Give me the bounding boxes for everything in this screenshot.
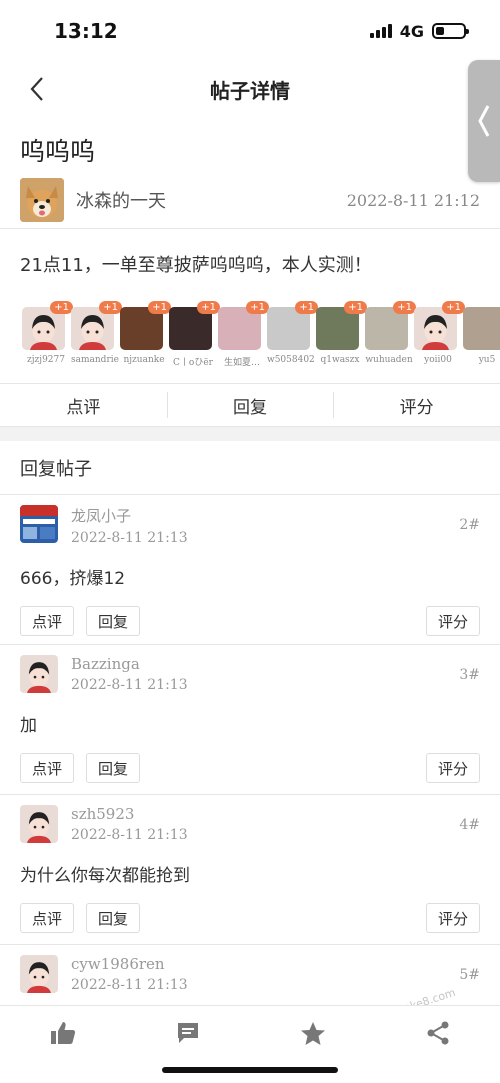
author-row: 冰森的一天 2022-8-11 21:12 <box>0 172 500 228</box>
reactor-item[interactable]: +1 zjzj9277 <box>22 301 73 383</box>
plus-one-badge: +1 <box>50 301 73 314</box>
reply-floor: 5# <box>459 967 480 983</box>
reactor-item[interactable]: +1 C丨oひёr <box>169 301 220 383</box>
share-icon[interactable] <box>418 1018 458 1048</box>
bottom-toolbar <box>0 1005 500 1083</box>
reactor-name: q1waszx <box>320 355 360 365</box>
reactor-item[interactable]: yu5 <box>463 307 500 383</box>
reactor-name: yu5 <box>478 355 496 365</box>
reactor-item[interactable]: +1 w50584028 <box>267 301 318 383</box>
reply-content: 加 <box>20 716 37 736</box>
section-gap <box>0 427 500 441</box>
reply-item: szh5923 2022-8-11 21:13 4# 为什么你每次都能抢到点评 回复 评分 <box>0 795 500 945</box>
reply-avatar[interactable] <box>20 655 58 693</box>
reactor-item[interactable]: +1 yoii00 <box>414 301 465 383</box>
reply-floor: 3# <box>459 667 480 683</box>
reply-item: 龙凤小子 2022-8-11 21:13 2# 666，挤爆12 点评 回复 评分 <box>0 495 500 645</box>
post-date: 2022-8-11 21:12 <box>346 190 480 210</box>
chevron-left-icon <box>30 77 43 101</box>
reply-time: 2022-8-11 21:13 <box>71 827 188 843</box>
reply-reply-button[interactable]: 回复 <box>86 753 141 783</box>
reply-time: 2022-8-11 21:13 <box>71 530 188 546</box>
signal-icon <box>369 24 392 38</box>
reply-comment-button[interactable]: 点评 <box>20 753 75 783</box>
comment-icon[interactable] <box>168 1018 208 1048</box>
reactor-name: wuhuaden <box>365 355 413 365</box>
reply-time: 2022-8-11 21:13 <box>71 677 188 693</box>
reply-content: 666，挤爆12 <box>20 569 126 589</box>
reply-rate-button[interactable]: 评分 <box>425 753 480 783</box>
reply-floor: 2# <box>459 517 480 533</box>
rate-button[interactable]: 评分 <box>333 384 500 426</box>
plus-one-badge: +1 <box>295 301 318 314</box>
reactor-item[interactable]: +1 wuhuaden <box>365 301 416 383</box>
plus-one-badge: +1 <box>197 301 220 314</box>
reactors-list: +1 zjzj9277 +1 samandriel +1 njzuanke +1 C丨oひёr… <box>0 301 500 383</box>
plus-one-badge: +1 <box>344 301 367 314</box>
back-button[interactable] <box>20 72 54 106</box>
reply-floor: 4# <box>459 817 480 833</box>
comment-button[interactable]: 点评 <box>0 384 167 426</box>
reactor-item[interactable]: +1 生如夏… <box>218 301 269 383</box>
reply-reply-button[interactable]: 回复 <box>86 606 141 636</box>
replies-header: 回复帖子 <box>0 441 500 495</box>
reactor-item[interactable]: +1 njzuanke <box>120 301 171 383</box>
reply-button[interactable]: 回复 <box>166 384 334 426</box>
reply-comment-button[interactable]: 点评 <box>20 903 75 933</box>
author-name[interactable]: 冰森的一天 <box>76 187 347 213</box>
thumbs-up-icon[interactable] <box>43 1018 83 1048</box>
status-indicators: 4G <box>369 21 469 41</box>
star-icon[interactable] <box>293 1018 333 1048</box>
plus-one-badge: +1 <box>442 301 465 314</box>
plus-one-badge: +1 <box>393 301 416 314</box>
reply-username[interactable]: cyw1986ren <box>71 955 459 973</box>
reply-item: Bazzinga 2022-8-11 21:13 3# 加点评 回复 评分 <box>0 645 500 795</box>
reply-avatar[interactable] <box>20 955 58 993</box>
post-title: 呜呜呜 <box>20 137 96 166</box>
reactor-name: zjzj9277 <box>27 355 65 365</box>
reply-rate-button[interactable]: 评分 <box>425 903 480 933</box>
reactor-name: yoii00 <box>424 355 452 365</box>
reactor-name: w50584028 <box>267 355 315 365</box>
reply-username[interactable]: 龙凤小子 <box>71 505 459 526</box>
reply-content: 为什么你每次都能抢到 <box>20 866 190 886</box>
post-action-bar: 点评 回复 评分 <box>0 383 500 427</box>
reactor-item[interactable]: +1 q1waszx <box>316 301 367 383</box>
reactor-item[interactable]: +1 samandriel <box>71 301 122 383</box>
side-drawer-handle[interactable] <box>468 60 500 182</box>
chevron-left-icon <box>478 105 490 137</box>
status-time: 13:12 <box>54 19 118 43</box>
reply-username[interactable]: szh5923 <box>71 805 459 823</box>
home-indicator <box>162 1067 338 1073</box>
reply-avatar[interactable] <box>20 505 58 543</box>
battery-icon <box>432 23 469 39</box>
plus-one-badge: +1 <box>148 301 171 314</box>
author-avatar[interactable] <box>20 178 64 222</box>
reactor-name: C丨oひёr <box>173 358 213 368</box>
reply-avatar[interactable] <box>20 805 58 843</box>
reactor-name: samandriel <box>71 355 119 365</box>
reply-comment-button[interactable]: 点评 <box>20 606 75 636</box>
reply-username[interactable]: Bazzinga <box>71 655 459 673</box>
post-body: 21点11，一单至尊披萨呜呜呜，本人实测！ <box>20 255 372 276</box>
page-title: 帖子详情 <box>210 78 290 103</box>
reactor-name: njzuanke <box>123 355 165 365</box>
reactor-name: 生如夏… <box>223 358 260 368</box>
reply-time: 2022-8-11 21:13 <box>71 977 188 993</box>
plus-one-badge: +1 <box>99 301 122 314</box>
status-bar: 13:12 4G <box>0 0 500 62</box>
network-type: 4G <box>399 21 424 41</box>
reply-reply-button[interactable]: 回复 <box>86 903 141 933</box>
reply-rate-button[interactable]: 评分 <box>425 606 480 636</box>
reactor-avatar <box>463 307 500 350</box>
plus-one-badge: +1 <box>246 301 269 314</box>
nav-bar: 帖子详情 <box>0 62 500 116</box>
